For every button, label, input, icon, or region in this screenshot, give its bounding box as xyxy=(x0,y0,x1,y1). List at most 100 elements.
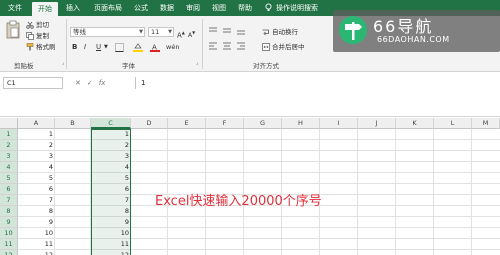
border-icon[interactable] xyxy=(115,43,124,52)
lightbulb-icon xyxy=(264,3,273,12)
tab-page-layout[interactable]: 页面布局 xyxy=(88,0,128,16)
enter-icon[interactable]: ✓ xyxy=(87,79,93,87)
chevron-down-icon: ▼ xyxy=(168,29,172,35)
font-group-label: 字体 xyxy=(122,62,135,70)
row-header-12[interactable]: 12 xyxy=(0,250,18,255)
worksheet-grid[interactable]: ABCDEFGHIJKLM 1 2 3 4 5 6 7 8 9 10 11 12 1234567891… xyxy=(0,118,500,255)
row-header-10[interactable]: 10 xyxy=(0,228,18,239)
tab-review[interactable]: 审阅 xyxy=(182,0,204,16)
tab-formulas[interactable]: 公式 xyxy=(130,0,152,16)
tab-view[interactable]: 视图 xyxy=(208,0,230,16)
excel-window: 文件 开始 插入 页面布局 公式 数据 审阅 视图 帮助 操作说明搜索 剪切 复… xyxy=(0,0,500,255)
cell-c6[interactable]: 6 xyxy=(91,184,131,195)
cell-c11[interactable]: 11 xyxy=(91,239,131,250)
cell-a6[interactable]: 6 xyxy=(18,184,55,195)
column-header-g[interactable]: G xyxy=(244,118,282,129)
paste-icon[interactable] xyxy=(6,20,20,40)
italic-button[interactable]: I xyxy=(84,43,86,52)
cut-label: 剪切 xyxy=(36,21,49,29)
chevron-down-icon: ▼ xyxy=(139,29,143,35)
tab-data[interactable]: 数据 xyxy=(156,0,178,16)
row-header-7[interactable]: 7 xyxy=(0,195,18,206)
underline-button[interactable]: U xyxy=(96,43,101,52)
cancel-icon[interactable]: ✕ xyxy=(75,79,81,87)
column-header-i[interactable]: I xyxy=(320,118,358,129)
column-header-k[interactable]: K xyxy=(396,118,434,129)
row-header-4[interactable]: 4 xyxy=(0,162,18,173)
row-header-1[interactable]: 1 xyxy=(0,129,18,140)
column-header-m[interactable]: M xyxy=(472,118,500,129)
row-header-2[interactable]: 2 xyxy=(0,140,18,151)
cell-a4[interactable]: 4 xyxy=(18,162,55,173)
cell-c1[interactable]: 1 xyxy=(91,129,131,140)
grow-font-button[interactable]: A▲ xyxy=(177,28,185,39)
cell-c7[interactable]: 7 xyxy=(91,195,131,206)
row-header-11[interactable]: 11 xyxy=(0,239,18,250)
format-painter-button[interactable]: 格式刷 xyxy=(26,43,56,52)
cell-a11[interactable]: 11 xyxy=(18,239,55,250)
formula-input[interactable]: 1 xyxy=(135,77,495,89)
shrink-font-button[interactable]: A▼ xyxy=(188,28,195,39)
cell-c9[interactable]: 9 xyxy=(91,217,131,228)
cell-a1[interactable]: 1 xyxy=(18,129,55,140)
tab-help[interactable]: 帮助 xyxy=(234,0,256,16)
row-header-3[interactable]: 3 xyxy=(0,151,18,162)
tab-file[interactable]: 文件 xyxy=(4,0,26,16)
chevron-down-icon[interactable]: ▼ xyxy=(104,43,108,52)
dialog-launcher-icon[interactable]: ⌟ xyxy=(196,60,198,66)
site-watermark: 66导航 66DAOHAN.COM xyxy=(333,10,500,52)
copy-icon xyxy=(26,32,34,40)
column-header-b[interactable]: B xyxy=(55,118,91,129)
clipboard-group-label: 剪贴板 xyxy=(14,62,34,70)
wrap-text-button[interactable]: 自动换行 xyxy=(262,28,298,37)
column-header-e[interactable]: E xyxy=(168,118,206,129)
phonetic-button[interactable]: wén xyxy=(166,43,179,52)
cell-a10[interactable]: 10 xyxy=(18,228,55,239)
cell-a3[interactable]: 3 xyxy=(18,151,55,162)
font-size-combo[interactable]: 11 ▼ xyxy=(148,27,174,37)
column-header-a[interactable]: A xyxy=(18,118,55,129)
cell-a7[interactable]: 7 xyxy=(18,195,55,206)
select-all-corner[interactable] xyxy=(0,118,18,129)
cell-c12[interactable]: 12 xyxy=(91,250,131,255)
cell-a5[interactable]: 5 xyxy=(18,173,55,184)
font-name-value: 等线 xyxy=(73,28,86,36)
column-header-c[interactable]: C xyxy=(91,118,131,129)
cell-a8[interactable]: 8 xyxy=(18,206,55,217)
cell-a12[interactable]: 12 xyxy=(18,250,55,255)
cell-c3[interactable]: 3 xyxy=(91,151,131,162)
insert-function-button[interactable]: fx xyxy=(99,79,106,87)
column-header-l[interactable]: L xyxy=(434,118,472,129)
cell-a2[interactable]: 2 xyxy=(18,140,55,151)
column-header-j[interactable]: J xyxy=(358,118,396,129)
fill-color-icon[interactable] xyxy=(133,43,143,52)
row-header-8[interactable]: 8 xyxy=(0,206,18,217)
font-color-icon[interactable]: A xyxy=(150,43,160,52)
merge-center-label: 合并后居中 xyxy=(272,43,305,51)
name-box[interactable]: C1 xyxy=(3,77,63,89)
column-header-d[interactable]: D xyxy=(131,118,168,129)
cut-button[interactable]: 剪切 xyxy=(26,21,49,30)
merge-center-button[interactable]: 合并后居中 xyxy=(262,43,305,52)
cell-c2[interactable]: 2 xyxy=(91,140,131,151)
column-gridline xyxy=(395,129,396,255)
tab-insert[interactable]: 插入 xyxy=(62,0,84,16)
dialog-launcher-icon[interactable]: ⌟ xyxy=(62,60,64,66)
row-header-6[interactable]: 6 xyxy=(0,184,18,195)
column-header-f[interactable]: F xyxy=(206,118,244,129)
column-header-h[interactable]: H xyxy=(282,118,320,129)
bold-button[interactable]: B xyxy=(72,43,77,52)
cell-a9[interactable]: 9 xyxy=(18,217,55,228)
formula-bar: C1 ✕ ✓ fx 1 xyxy=(0,73,500,117)
font-name-combo[interactable]: 等线 ▼ xyxy=(70,27,145,37)
row-header-5[interactable]: 5 xyxy=(0,173,18,184)
cell-c4[interactable]: 4 xyxy=(91,162,131,173)
copy-button[interactable]: 复制 xyxy=(26,32,49,41)
tab-home[interactable]: 开始 xyxy=(32,2,58,16)
cell-c8[interactable]: 8 xyxy=(91,206,131,217)
cell-c5[interactable]: 5 xyxy=(91,173,131,184)
tell-me-search[interactable]: 操作说明搜索 xyxy=(276,0,326,16)
watermark-title: 66导航 xyxy=(373,17,434,36)
row-header-9[interactable]: 9 xyxy=(0,217,18,228)
cell-c10[interactable]: 10 xyxy=(91,228,131,239)
